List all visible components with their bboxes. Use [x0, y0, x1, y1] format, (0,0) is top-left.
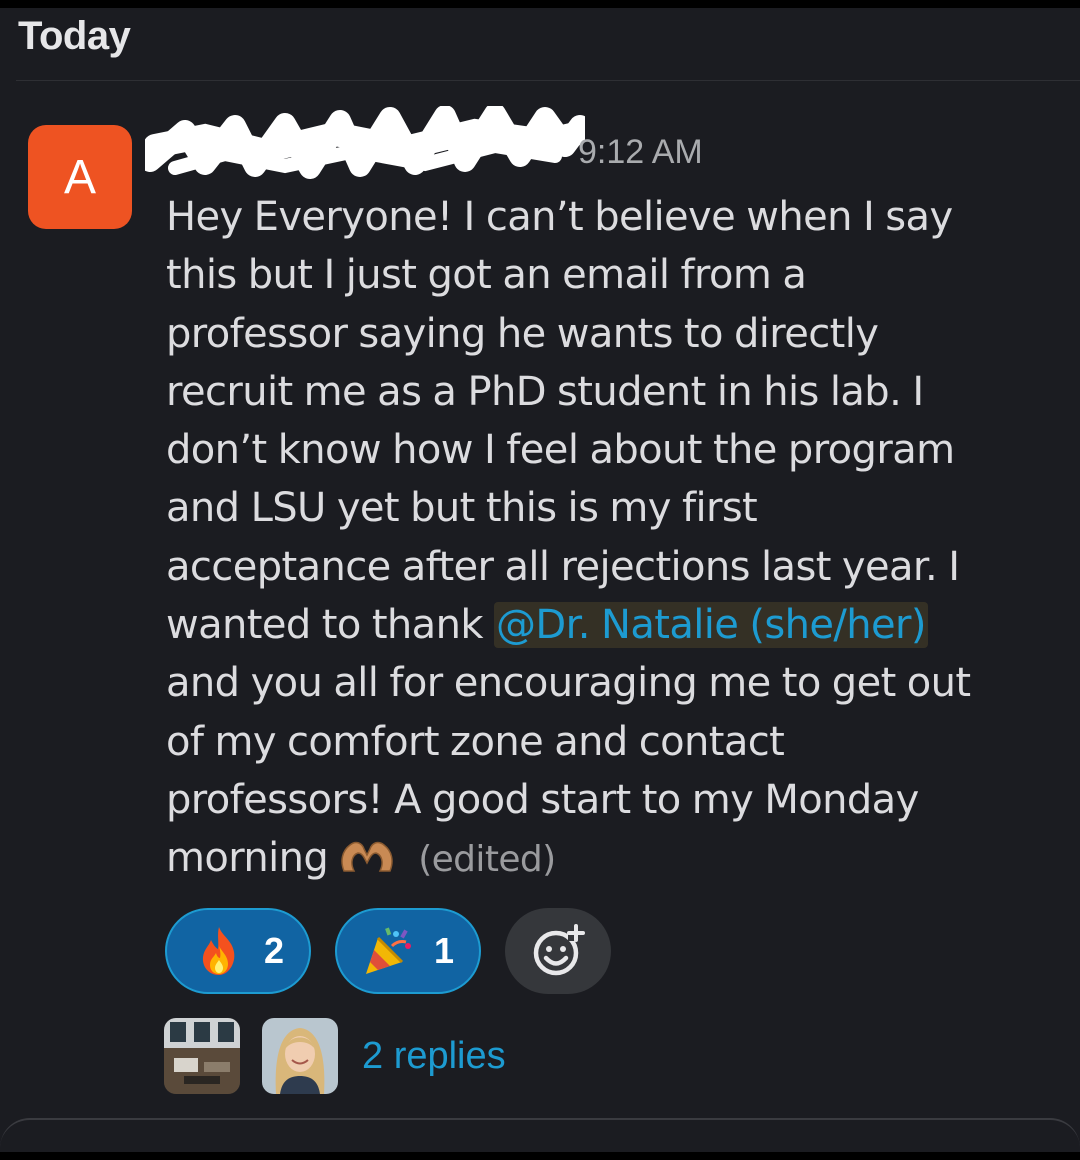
- reaction-fire-button[interactable]: 2: [165, 908, 311, 994]
- user-mention-link[interactable]: @Dr. Natalie (she/her): [494, 602, 928, 649]
- avatar-letter: A: [63, 150, 96, 204]
- reply-avatar: [164, 1018, 240, 1094]
- message-line: and LSU yet but this is my first: [166, 485, 758, 532]
- message-body: Hey Everyone! I can’t believe when I say…: [166, 188, 1066, 890]
- day-divider-line: [16, 80, 1080, 81]
- message-last-line: morning (edited): [166, 829, 1066, 889]
- party-popper-emoji-icon: [365, 927, 411, 974]
- heart-hands-icon: [341, 842, 393, 873]
- slack-message-screen: Today A 9:12 AM Hey Everyone! I can’t be…: [0, 8, 1080, 1152]
- message-timestamp[interactable]: 9:12 AM: [578, 133, 703, 172]
- message-text: morning: [166, 835, 329, 882]
- message-line: of my comfort zone and contact: [166, 718, 785, 765]
- message-line: professors! A good start to my Monday: [166, 776, 919, 823]
- reply-avatar-photo-person: [262, 1018, 338, 1094]
- message-line: professor saying he wants to directly: [166, 310, 879, 357]
- message-line: don’t know how I feel about the program: [166, 427, 955, 474]
- add-reaction-button[interactable]: [505, 908, 611, 994]
- message-composer-edge[interactable]: [0, 1118, 1080, 1152]
- message-line: and you all for encouraging me to get ou…: [166, 660, 971, 707]
- replies-link[interactable]: 2 replies: [362, 1035, 506, 1078]
- reaction-count: 2: [263, 930, 285, 971]
- message-line: this but I just got an email from a: [166, 252, 807, 299]
- message-line: Hey Everyone! I can’t believe when I say: [166, 194, 953, 240]
- reply-avatar: [262, 1018, 338, 1094]
- thread-summary[interactable]: 2 replies: [164, 1018, 506, 1094]
- reaction-count: 1: [433, 930, 455, 971]
- redacted-sender-name: [145, 106, 585, 179]
- day-divider-label: Today: [18, 14, 131, 58]
- sender-avatar[interactable]: A: [28, 125, 132, 229]
- message-line: recruit me as a PhD student in his lab. …: [166, 368, 924, 415]
- fire-emoji-icon: [202, 927, 235, 975]
- message-line: acceptance after all rejections last yea…: [166, 543, 960, 590]
- reaction-party-popper-button[interactable]: 1: [335, 908, 481, 994]
- edited-label: (edited): [418, 839, 556, 881]
- message-line-with-mention: wanted to thank @Dr. Natalie (she/her): [166, 596, 1066, 654]
- message-text: wanted to thank: [166, 602, 495, 649]
- reply-avatar-photo-office: [164, 1018, 240, 1094]
- reactions-bar: 2 1: [165, 908, 611, 994]
- add-emoji-icon: [533, 924, 585, 976]
